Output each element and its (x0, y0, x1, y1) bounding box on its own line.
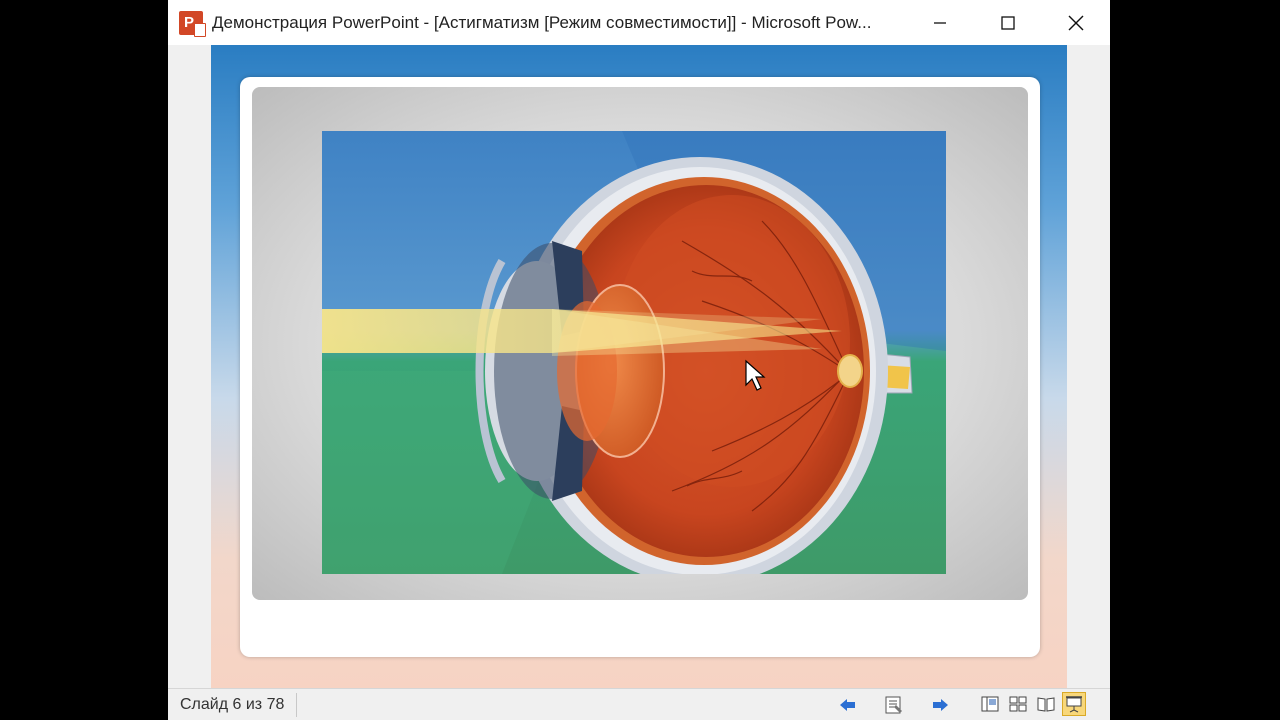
reading-view-icon (1037, 697, 1055, 712)
normal-view-icon (981, 696, 999, 712)
image-frame (252, 87, 1028, 600)
view-switcher (978, 692, 1086, 716)
slide-counter: Слайд 6 из 78 (180, 692, 298, 717)
window-title: Демонстрация PowerPoint - [Астигматизм [… (212, 12, 872, 32)
eye-cross-section-icon (322, 131, 946, 574)
powerpoint-app-icon[interactable]: P (179, 10, 206, 37)
window-controls (906, 0, 1110, 45)
close-button[interactable] (1042, 0, 1110, 45)
next-slide-icon (933, 699, 948, 711)
slide-content-card (240, 77, 1040, 657)
previous-slide-icon (840, 699, 855, 711)
status-bar: Слайд 6 из 78 (168, 688, 1110, 720)
maximize-icon (1001, 15, 1015, 30)
next-slide-button[interactable] (928, 693, 952, 717)
minimize-icon (934, 21, 946, 24)
slide-show-icon (1066, 696, 1082, 713)
normal-view-button[interactable] (978, 692, 1002, 716)
powerpoint-window: P Демонстрация PowerPoint - [Астигматизм… (168, 0, 1110, 720)
slide-canvas[interactable] (211, 45, 1067, 688)
maximize-button[interactable] (974, 0, 1042, 45)
slide-sorter-button[interactable] (1006, 692, 1030, 716)
eye-cross-section-illustration (322, 131, 946, 574)
screen: P Демонстрация PowerPoint - [Астигматизм… (0, 0, 1280, 720)
title-bar[interactable]: P Демонстрация PowerPoint - [Астигматизм… (168, 0, 1110, 45)
slide-sorter-icon (1009, 696, 1027, 712)
close-icon (1068, 15, 1084, 30)
reading-view-button[interactable] (1034, 692, 1058, 716)
menu-icon (885, 696, 902, 714)
minimize-button[interactable] (906, 0, 974, 45)
app-icon-letter: P (183, 14, 194, 31)
slide-navigation (836, 693, 952, 717)
menu-button[interactable] (882, 693, 906, 717)
previous-slide-button[interactable] (836, 693, 860, 717)
slide-show-button[interactable] (1062, 692, 1086, 716)
